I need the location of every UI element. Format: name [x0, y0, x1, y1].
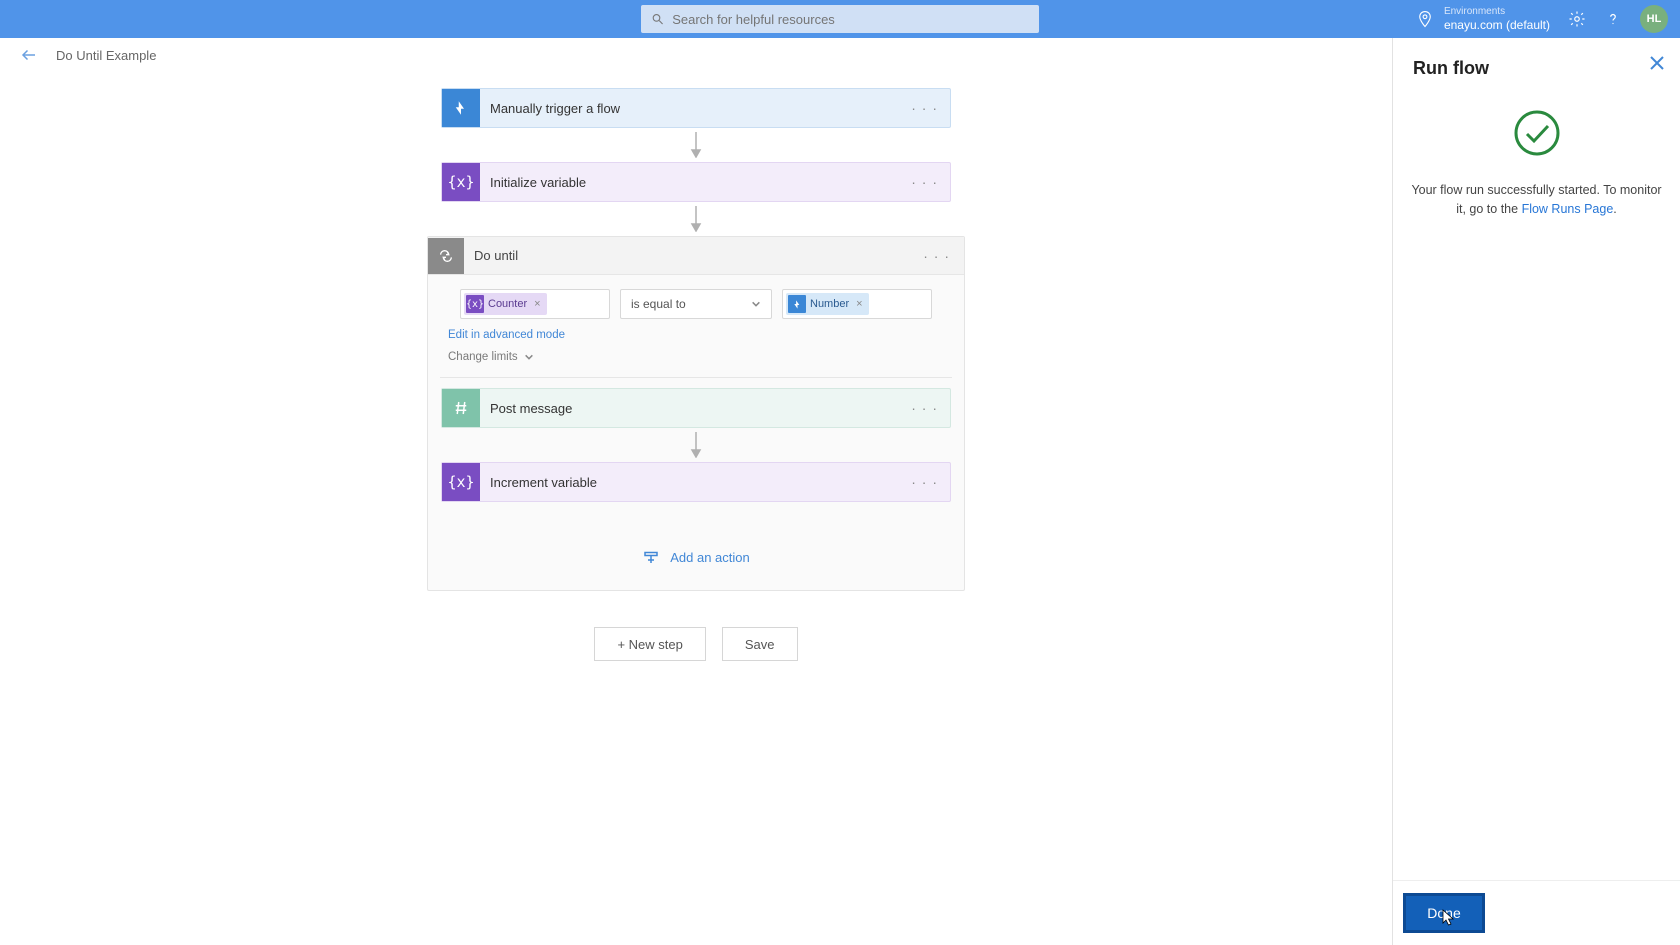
trigger-menu-icon[interactable]: · · · [911, 100, 938, 116]
success-check-icon [1513, 109, 1561, 157]
condition-row: {x} Counter × is equal to Number × [434, 289, 958, 319]
chevron-down-icon [524, 352, 534, 362]
search-icon [651, 12, 664, 26]
close-panel-button[interactable] [1650, 56, 1664, 73]
footer-buttons: + New step Save [594, 627, 797, 661]
hash-icon [442, 389, 480, 427]
edit-advanced-link[interactable]: Edit in advanced mode [448, 329, 944, 341]
connector-arrow [690, 428, 702, 462]
close-icon [1650, 56, 1664, 70]
add-action-label: Add an action [670, 550, 750, 565]
add-action-button[interactable]: Add an action [642, 538, 750, 576]
flow-canvas: Manually trigger a flow · · · {x} Initia… [0, 72, 1392, 945]
environment-name: enayu.com (default) [1444, 18, 1550, 32]
increment-variable-card[interactable]: {x} Increment variable · · · [441, 462, 951, 502]
token-remove-icon[interactable]: × [534, 298, 540, 310]
token-counter[interactable]: {x} Counter × [464, 293, 547, 315]
page-title: Do Until Example [56, 48, 156, 63]
environment-picker[interactable]: Environments enayu.com (default) [1416, 6, 1550, 32]
post-message-title: Post message [480, 401, 572, 416]
connector-arrow [690, 202, 702, 236]
initialize-variable-title: Initialize variable [480, 175, 586, 190]
token-remove-icon[interactable]: × [856, 298, 862, 310]
do-until-menu-icon[interactable]: · · · [923, 248, 950, 264]
flow-runs-link[interactable]: Flow Runs Page [1522, 202, 1614, 216]
top-navbar: Environments enayu.com (default) HL [0, 0, 1680, 38]
back-arrow-icon[interactable] [20, 46, 38, 64]
search-box[interactable] [641, 5, 1039, 33]
chevron-down-icon [751, 299, 761, 309]
initialize-variable-menu-icon[interactable]: · · · [911, 174, 938, 190]
post-message-menu-icon[interactable]: · · · [911, 400, 938, 416]
token-number[interactable]: Number × [786, 293, 869, 315]
gear-icon[interactable] [1568, 10, 1586, 28]
condition-left-operand[interactable]: {x} Counter × [460, 289, 610, 319]
save-button[interactable]: Save [722, 627, 798, 661]
connector-arrow [690, 128, 702, 162]
increment-variable-menu-icon[interactable]: · · · [911, 474, 938, 490]
panel-message: Your flow run successfully started. To m… [1409, 181, 1664, 219]
help-icon[interactable] [1604, 10, 1622, 28]
panel-title: Run flow [1413, 58, 1660, 79]
done-button[interactable]: Done [1403, 893, 1485, 933]
trigger-icon [442, 89, 480, 127]
loop-icon [428, 238, 464, 274]
avatar[interactable]: HL [1640, 5, 1668, 33]
condition-operator-select[interactable]: is equal to [620, 289, 772, 319]
initialize-variable-card[interactable]: {x} Initialize variable · · · [441, 162, 951, 202]
variable-icon: {x} [442, 163, 480, 201]
divider [440, 377, 952, 378]
do-until-container: Do until · · · {x} Counter × is equal to [427, 236, 965, 591]
variable-icon: {x} [442, 463, 480, 501]
add-action-icon [642, 548, 660, 566]
do-until-header[interactable]: Do until · · · [428, 237, 964, 275]
environment-icon [1416, 10, 1434, 28]
trigger-title: Manually trigger a flow [480, 101, 620, 116]
search-input[interactable] [672, 12, 1029, 27]
post-message-card[interactable]: Post message · · · [441, 388, 951, 428]
change-limits-link[interactable]: Change limits [448, 351, 944, 363]
trigger-card[interactable]: Manually trigger a flow · · · [441, 88, 951, 128]
cursor-icon [1442, 909, 1456, 930]
environment-label: Environments [1444, 6, 1550, 18]
increment-variable-title: Increment variable [480, 475, 597, 490]
condition-operator-label: is equal to [631, 297, 686, 311]
do-until-title: Do until [464, 248, 518, 263]
run-flow-panel: Run flow Your flow run successfully star… [1392, 38, 1680, 945]
condition-right-operand[interactable]: Number × [782, 289, 932, 319]
token-number-label: Number [810, 298, 849, 310]
token-counter-label: Counter [488, 298, 527, 310]
new-step-button[interactable]: + New step [594, 627, 705, 661]
